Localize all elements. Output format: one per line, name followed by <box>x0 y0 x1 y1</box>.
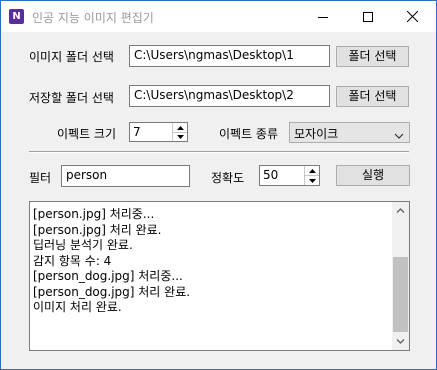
filter-label: 필터 <box>29 171 52 185</box>
scroll-thumb[interactable] <box>393 257 408 332</box>
arrow-up-icon <box>176 125 184 130</box>
maximize-button[interactable] <box>345 1 390 32</box>
log-scrollbar[interactable] <box>392 202 409 350</box>
save-folder-input[interactable]: C:\Users\ngmas\Desktop\2 <box>129 85 330 107</box>
chevron-down-icon <box>394 129 404 143</box>
accuracy-value: 50 <box>263 168 279 182</box>
title-bar[interactable]: N 인공 지능 이미지 편집기 <box>1 1 436 32</box>
effect-size-down-button[interactable] <box>173 132 187 141</box>
effect-type-value: 모자이크 <box>294 127 339 141</box>
effect-size-value: 7 <box>133 125 141 139</box>
log-line: 감지 항목 수: 4 <box>33 253 112 268</box>
close-icon <box>407 11 418 22</box>
run-button[interactable]: 실행 <box>336 165 410 186</box>
log-line: 딥러닝 분석기 완료. <box>33 238 133 252</box>
accuracy-spinner[interactable]: 50 <box>259 165 320 186</box>
filter-input[interactable]: person <box>61 165 190 187</box>
arrow-up-icon <box>308 168 316 173</box>
log-line: [person.jpg] 처리 완료. <box>33 222 162 237</box>
effect-type-label: 이펙트 종류 <box>219 127 279 141</box>
source-folder-label: 이미지 폴더 선택 <box>29 50 114 64</box>
accuracy-arrows <box>304 166 319 185</box>
accuracy-label: 정확도 <box>211 171 245 185</box>
window-title: 인공 지능 이미지 편집기 <box>32 11 154 25</box>
minimize-button[interactable] <box>300 1 345 32</box>
log-line: [person_dog.jpg] 처리 완료. <box>33 284 191 299</box>
accuracy-up-button[interactable] <box>305 166 319 176</box>
close-button[interactable] <box>390 1 435 32</box>
source-folder-button[interactable]: 폴더 선택 <box>336 46 409 67</box>
log-line: [person.jpg] 처리중... <box>33 207 155 221</box>
log-line: 이미지 처리 완료. <box>33 300 122 314</box>
effect-size-spinner[interactable]: 7 <box>129 122 188 142</box>
arrow-down-icon <box>308 178 316 183</box>
log-lines: [person.jpg] 처리중... [person.jpg] 처리 완료. … <box>33 207 190 316</box>
app-icon: N <box>9 9 24 24</box>
effect-type-select[interactable]: 모자이크 <box>289 122 410 143</box>
scroll-up-button[interactable] <box>392 202 409 219</box>
effect-size-label: 이펙트 크기 <box>57 127 117 141</box>
chevron-up-icon <box>396 208 405 213</box>
save-folder-button[interactable]: 폴더 선택 <box>336 86 409 107</box>
log-output[interactable]: [person.jpg] 처리중... [person.jpg] 처리 완료. … <box>29 201 410 351</box>
scroll-down-button[interactable] <box>392 333 409 350</box>
save-folder-label: 저장할 폴더 선택 <box>29 91 114 105</box>
minimize-icon <box>317 12 328 22</box>
source-folder-input[interactable]: C:\Users\ngmas\Desktop\1 <box>129 45 330 67</box>
section-divider <box>29 151 409 153</box>
log-line: [person_dog.jpg] 처리중... <box>33 269 183 283</box>
main-window: N 인공 지능 이미지 편집기 이미지 폴더 선택 C:\Users\ngmas… <box>0 0 437 370</box>
effect-size-arrows <box>172 123 187 141</box>
maximize-icon <box>362 11 373 22</box>
arrow-down-icon <box>176 134 184 139</box>
chevron-down-icon <box>396 339 405 344</box>
accuracy-down-button[interactable] <box>305 176 319 185</box>
